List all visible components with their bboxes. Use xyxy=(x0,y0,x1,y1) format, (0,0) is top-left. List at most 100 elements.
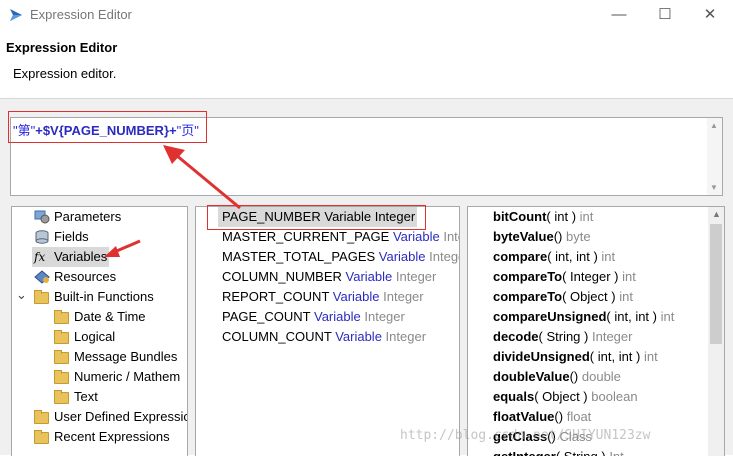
tree-item[interactable]: Date & Time xyxy=(52,307,148,327)
variable-kind: Variable xyxy=(314,309,361,324)
variable-kind: Variable xyxy=(332,289,380,304)
fx-icon: fx xyxy=(34,250,46,264)
tree-item[interactable]: Message Bundles xyxy=(52,347,179,367)
tree-item[interactable]: Fields xyxy=(32,227,91,247)
method-row[interactable]: divideUnsigned( int, int ) int xyxy=(493,347,658,367)
methods-scrollbar[interactable]: ▲ xyxy=(708,207,724,456)
variable-row[interactable]: MASTER_TOTAL_PAGES Variable Integer xyxy=(222,247,459,267)
method-args: () xyxy=(553,229,563,244)
method-row[interactable]: compareTo( Integer ) int xyxy=(493,267,636,287)
tree-item[interactable]: Numeric / Mathem xyxy=(52,367,182,387)
tree-item-label: User Defined Expressic xyxy=(54,409,188,424)
scrollbar-thumb[interactable] xyxy=(710,224,722,344)
variable-name: COLUMN_NUMBER xyxy=(222,269,342,284)
method-return-type: int xyxy=(622,269,636,284)
method-args: ( int, int ) xyxy=(547,249,598,264)
folder-icon xyxy=(34,290,49,304)
method-return-type: int xyxy=(660,309,675,324)
folder-icon xyxy=(54,370,69,384)
method-args: ( int ) xyxy=(546,209,577,224)
variable-name: COLUMN_COUNT xyxy=(222,329,332,344)
folder-icon xyxy=(34,410,49,424)
tree-item-label: Resources xyxy=(54,269,117,284)
method-row[interactable]: compareTo( Object ) int xyxy=(493,287,633,307)
tree-item[interactable]: Resources xyxy=(32,267,118,287)
tree-item-label: Message Bundles xyxy=(74,349,178,364)
tree-item[interactable]: User Defined Expressic xyxy=(32,407,188,427)
method-name: compareTo xyxy=(493,289,563,304)
variable-kind: Variable xyxy=(378,249,426,264)
variable-row[interactable]: COLUMN_NUMBER Variable Integer xyxy=(222,267,436,287)
folder-icon xyxy=(54,390,69,404)
variable-row[interactable]: COLUMN_COUNT Variable Integer xyxy=(222,327,426,347)
fields-icon xyxy=(34,230,50,244)
watermark: http://blog.csdn.net/SHIYUN123zw xyxy=(400,428,651,443)
method-args: ( Object ) xyxy=(534,389,588,404)
method-row[interactable]: decode( String ) Integer xyxy=(493,327,632,347)
annotation-box-variable xyxy=(207,205,426,230)
method-row[interactable]: compare( int, int ) int xyxy=(493,247,615,267)
header-title: Expression Editor xyxy=(6,40,118,55)
close-button[interactable]: ✕ xyxy=(693,3,727,27)
method-name: bitCount xyxy=(493,209,547,224)
folder-icon xyxy=(54,330,69,344)
tree-item[interactable]: Parameters xyxy=(32,207,123,227)
tree-item-label: Recent Expressions xyxy=(54,429,170,444)
expression-scrollbar[interactable]: ▲ ▼ xyxy=(707,118,722,195)
method-row[interactable]: floatValue() float xyxy=(493,407,591,427)
variable-type: Integer xyxy=(429,249,459,264)
variable-name: MASTER_TOTAL_PAGES xyxy=(222,249,376,264)
variable-kind: Variable xyxy=(345,269,393,284)
expand-toggle-icon[interactable]: ⌄ xyxy=(16,285,27,305)
method-row[interactable]: doubleValue() double xyxy=(493,367,621,387)
scroll-down-icon[interactable]: ▼ xyxy=(710,183,718,192)
method-row[interactable]: equals( Object ) boolean xyxy=(493,387,638,407)
variables-list[interactable]: PAGE_NUMBER Variable Integer MASTER_CURRE… xyxy=(195,206,460,456)
tree-item-label: Fields xyxy=(54,229,89,244)
method-return-type: boolean xyxy=(591,389,638,404)
variable-row[interactable]: REPORT_COUNT Variable Integer xyxy=(222,287,424,307)
header-subtitle: Expression editor. xyxy=(13,66,117,81)
scroll-up-icon[interactable]: ▲ xyxy=(712,209,721,219)
variable-name: REPORT_COUNT xyxy=(222,289,330,304)
variable-kind: Variable xyxy=(392,229,440,244)
methods-list[interactable]: getInteger( String ) IntgetClass() Class… xyxy=(467,206,725,456)
tree-item[interactable]: Logical xyxy=(52,327,117,347)
method-row[interactable]: bitCount( int ) int xyxy=(493,207,593,227)
tree-item-label: Variables xyxy=(54,249,108,264)
variable-row[interactable]: MASTER_CURRENT_PAGE Variable Intege xyxy=(222,227,459,247)
method-name: byteValue xyxy=(493,229,554,244)
tree-item[interactable]: ⌄ Built-in Functions xyxy=(16,287,156,307)
minimize-button[interactable]: — xyxy=(602,3,636,27)
variable-row[interactable]: PAGE_COUNT Variable Integer xyxy=(222,307,405,327)
variable-kind: Variable xyxy=(335,329,382,344)
tree-item-label: Built-in Functions xyxy=(54,289,154,304)
method-return-type: int xyxy=(601,249,616,264)
method-return-type: Integer xyxy=(591,329,633,344)
method-name: divideUnsigned xyxy=(493,349,590,364)
tree-item[interactable]: Recent Expressions xyxy=(32,427,172,447)
category-tree[interactable]: Parameters Fields fx Variables Resources ⌄ Bui… xyxy=(11,206,188,456)
method-name: compareUnsigned xyxy=(493,309,607,324)
variable-type: Integer xyxy=(395,269,437,284)
tree-item[interactable]: fx Variables xyxy=(32,247,110,267)
method-name: decode xyxy=(493,329,539,344)
method-args: () xyxy=(569,369,579,384)
method-args: ( int, int ) xyxy=(606,309,657,324)
maximize-button[interactable]: ☐ xyxy=(648,3,682,27)
tree-item-label: Logical xyxy=(74,329,116,344)
method-name: doubleValue xyxy=(493,369,570,384)
tree-item[interactable]: Text xyxy=(52,387,100,407)
method-args: ( int, int ) xyxy=(589,349,641,364)
scroll-up-icon[interactable]: ▲ xyxy=(710,121,718,130)
variable-type: Intege xyxy=(443,229,459,244)
variable-type: Integer xyxy=(385,329,427,344)
window-title: Expression Editor xyxy=(30,7,132,22)
folder-icon xyxy=(34,430,49,444)
method-name: equals xyxy=(493,389,535,404)
method-row[interactable]: byteValue() byte xyxy=(493,227,591,247)
method-row[interactable]: compareUnsigned( int, int ) int xyxy=(493,307,674,327)
resources-icon xyxy=(34,270,50,284)
method-return-type: float xyxy=(566,409,592,424)
dialog-header: Expression Editor Expression editor. xyxy=(0,30,733,99)
